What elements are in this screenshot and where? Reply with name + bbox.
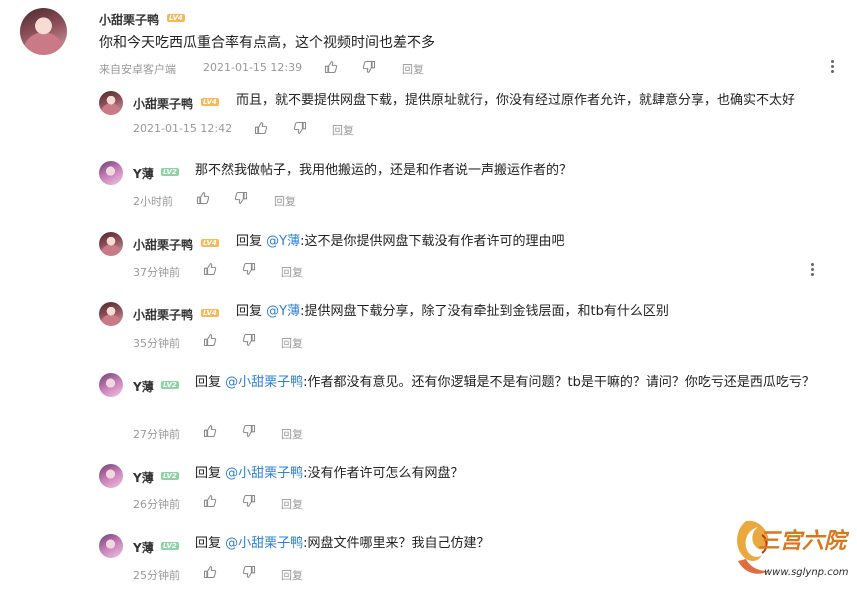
reply-time: 26分钟前 — [133, 498, 180, 511]
reply-body: :没有作者许可怎么有网盘？ — [303, 466, 464, 481]
reply-button[interactable]: 回复 — [332, 122, 354, 138]
thumbs-up-icon[interactable] — [203, 424, 217, 438]
level-badge: LV2 — [161, 472, 179, 480]
reply-prefix: 回复 — [195, 466, 222, 481]
reply-text: 回复 @小甜栗子鸭:没有作者许可怎么有网盘？ — [195, 463, 464, 485]
thumbs-up-icon[interactable] — [203, 262, 217, 276]
reply-button[interactable]: 回复 — [281, 264, 303, 280]
thumbs-down-icon[interactable] — [234, 191, 248, 205]
avatar[interactable] — [20, 8, 67, 55]
mention-link[interactable]: @小甜栗子鸭 — [225, 466, 303, 481]
reply-time: 27分钟前 — [133, 428, 180, 441]
more-vertical-icon[interactable] — [811, 263, 815, 279]
reply-time: 35分钟前 — [133, 337, 180, 350]
avatar[interactable] — [99, 161, 123, 185]
avatar[interactable] — [99, 373, 123, 397]
reply-time: 37分钟前 — [133, 266, 180, 279]
reply-button[interactable]: 回复 — [281, 567, 303, 583]
username[interactable]: Y薄 — [133, 539, 154, 556]
avatar[interactable] — [99, 302, 123, 326]
thumbs-up-icon[interactable] — [324, 60, 338, 74]
thumbs-down-icon[interactable] — [242, 424, 256, 438]
reply-button[interactable]: 回复 — [281, 426, 303, 442]
level-badge: LV2 — [161, 168, 179, 176]
watermark-name: 三宫六院 — [758, 528, 847, 554]
thumbs-up-icon[interactable] — [203, 565, 217, 579]
reply-time: 2021-01-15 12:42 — [133, 122, 233, 135]
thumbs-up-icon[interactable] — [196, 191, 210, 205]
mention-link[interactable]: @Y薄 — [266, 304, 300, 319]
thumbs-down-icon[interactable] — [242, 333, 256, 347]
reply-prefix: 回复 — [195, 536, 222, 551]
reply-body: :这不是你提供网盘下载没有作者许可的理由吧 — [300, 234, 565, 249]
thumbs-down-icon[interactable] — [242, 565, 256, 579]
username[interactable]: 小甜栗子鸭 — [133, 95, 193, 112]
mention-link[interactable]: @小甜栗子鸭 — [225, 536, 303, 551]
comment-time: 2021-01-15 12:39 — [203, 61, 303, 74]
reply-text: 那不然我做帖子，我用他搬运的，还是和作者说一声搬运作者的？ — [195, 163, 573, 178]
reply-button[interactable]: 回复 — [281, 335, 303, 351]
reply-time: 2小时前 — [133, 195, 173, 208]
username[interactable]: 小甜栗子鸭 — [133, 306, 193, 323]
username[interactable]: 小甜栗子鸭 — [133, 236, 193, 253]
avatar[interactable] — [99, 232, 123, 256]
username[interactable]: Y薄 — [133, 469, 154, 486]
watermark-url: www.sglynp.com — [764, 567, 849, 578]
thumbs-up-icon[interactable] — [203, 494, 217, 508]
reply-text: 而且，就不要提供网盘下载，提供原址就行，你没有经过原作者允许，就肆意分享，也确实… — [236, 93, 796, 108]
reply-prefix: 回复 — [236, 234, 263, 249]
avatar[interactable] — [99, 534, 123, 558]
reply-prefix: 回复 — [236, 304, 263, 319]
reply-button[interactable]: 回复 — [274, 193, 296, 209]
username[interactable]: Y薄 — [133, 165, 154, 182]
username[interactable]: Y薄 — [133, 378, 154, 395]
thumbs-up-icon[interactable] — [254, 121, 268, 135]
site-watermark: 三宫六院 www.sglynp.com — [728, 515, 852, 585]
username[interactable]: 小甜栗子鸭 — [99, 11, 159, 28]
reply-prefix: 回复 — [195, 375, 222, 390]
thumbs-down-icon[interactable] — [242, 494, 256, 508]
thumbs-down-icon[interactable] — [242, 262, 256, 276]
reply-body: :提供网盘下载分享，除了没有牵扯到金钱层面，和tb有什么区别 — [300, 304, 669, 319]
comment-text: 你和今天吃西瓜重合率有点高，这个视频时间也差不多 — [99, 35, 435, 51]
avatar[interactable] — [99, 464, 123, 488]
more-vertical-icon[interactable] — [831, 60, 835, 76]
level-badge: LV2 — [161, 381, 179, 389]
thumbs-down-icon[interactable] — [362, 60, 376, 74]
thumbs-down-icon[interactable] — [293, 121, 307, 135]
reply-text: 回复 @Y薄:提供网盘下载分享，除了没有牵扯到金钱层面，和tb有什么区别 — [236, 301, 669, 323]
reply-button[interactable]: 回复 — [402, 61, 424, 77]
reply-text: 回复 @小甜栗子鸭:作者都没有意见。还有你逻辑是不是有问题？tb是干嘛的？请问？… — [195, 372, 835, 394]
avatar[interactable] — [99, 91, 123, 115]
reply-button[interactable]: 回复 — [281, 496, 303, 512]
reply-text: 回复 @小甜栗子鸭:网盘文件哪里来？我自己仿建？ — [195, 533, 490, 555]
reply-body: :网盘文件哪里来？我自己仿建？ — [303, 536, 490, 551]
level-badge: LV4 — [167, 14, 185, 22]
mention-link[interactable]: @小甜栗子鸭 — [225, 375, 303, 390]
reply-text: 回复 @Y薄:这不是你提供网盘下载没有作者许可的理由吧 — [236, 231, 565, 253]
level-badge: LV4 — [201, 98, 219, 106]
level-badge: LV4 — [201, 309, 219, 317]
thumbs-up-icon[interactable] — [203, 333, 217, 347]
reply-body: :作者都没有意见。还有你逻辑是不是有问题？tb是干嘛的？请问？你吃亏还是西瓜吃亏… — [303, 375, 815, 390]
client-source: 来自安卓客户端 — [99, 63, 176, 76]
level-badge: LV2 — [161, 542, 179, 550]
mention-link[interactable]: @Y薄 — [266, 234, 300, 249]
reply-time: 25分钟前 — [133, 569, 180, 582]
level-badge: LV4 — [201, 239, 219, 247]
